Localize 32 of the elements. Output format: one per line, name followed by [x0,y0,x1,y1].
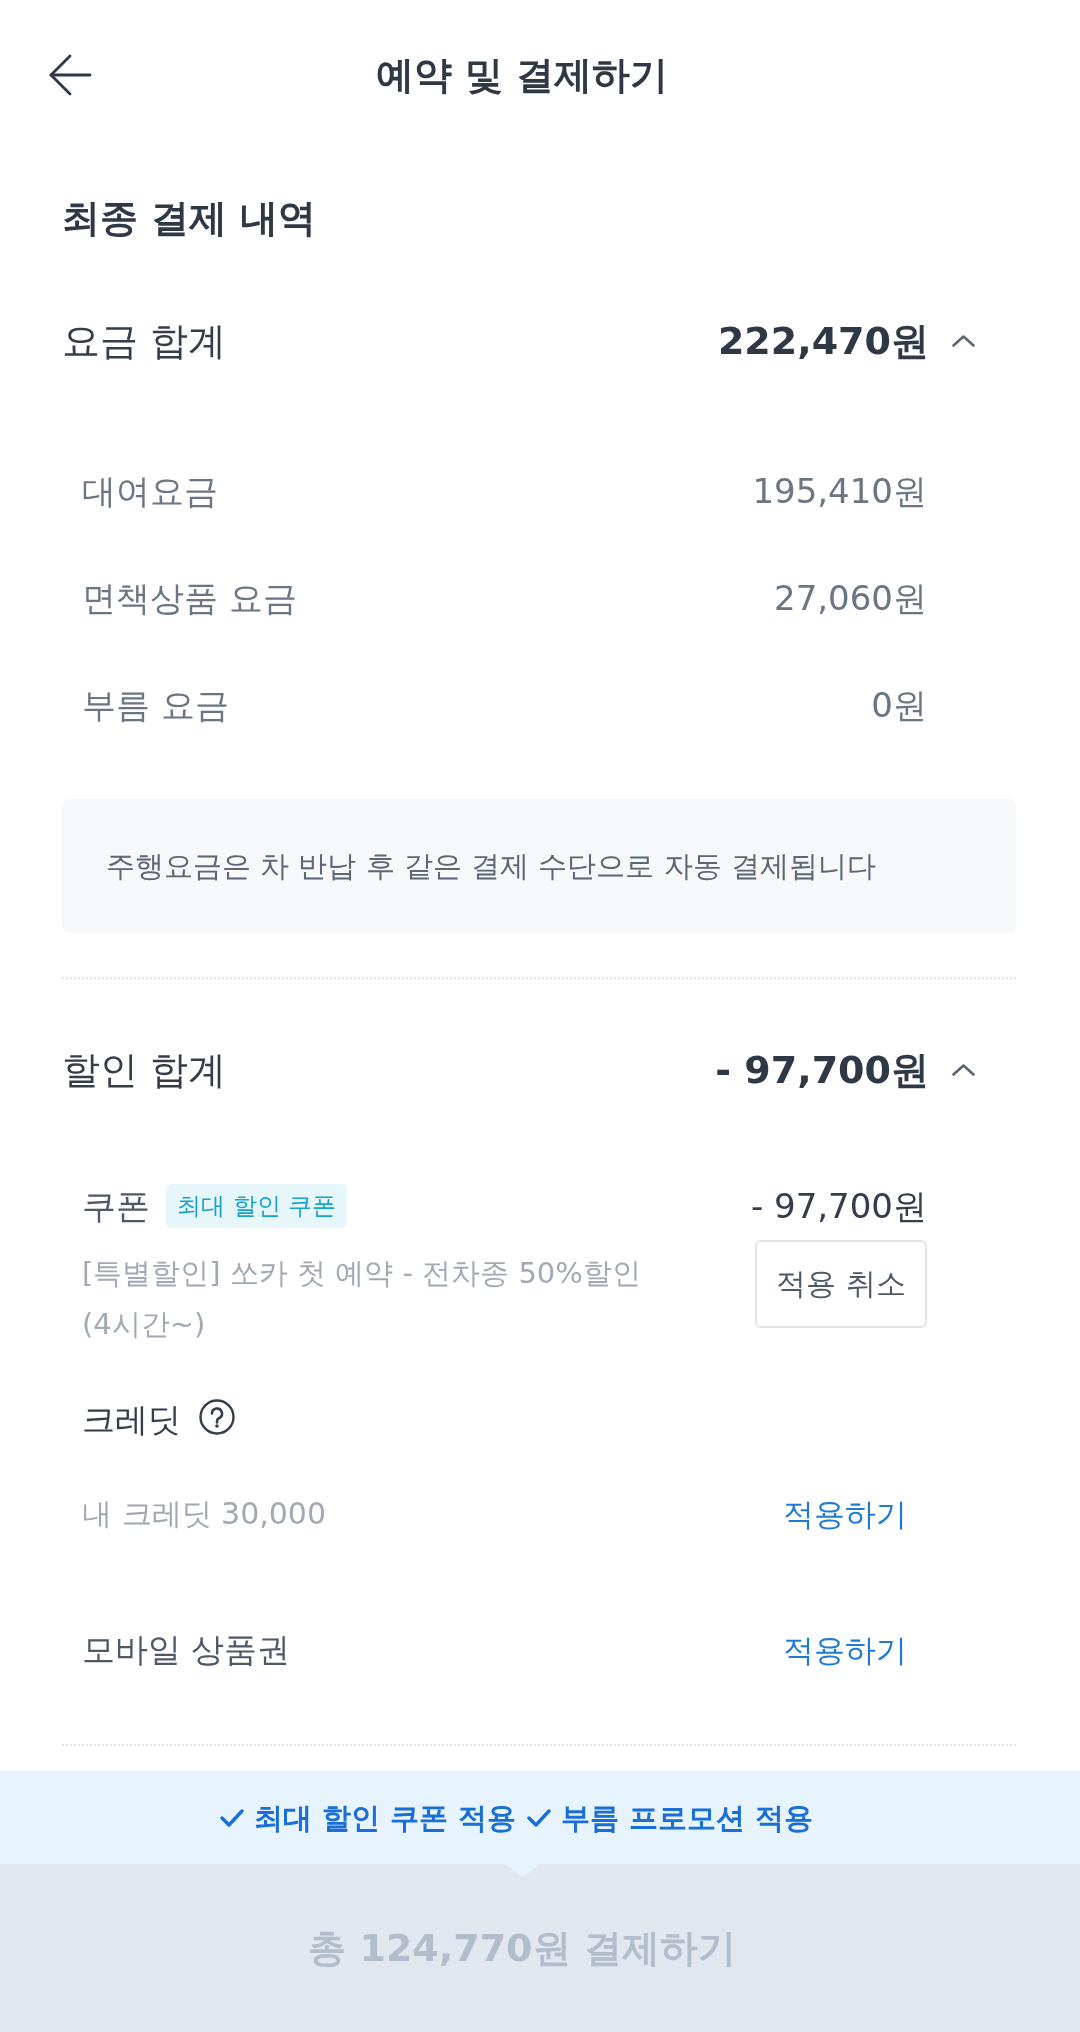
promo-text: 최대 할인 쿠폰 적용 [253,1799,517,1837]
fee-item-label: 대여요금 [82,469,218,513]
back-icon [48,53,92,97]
fee-item-label: 면책상품 요금 [82,576,297,620]
cancel-coupon-button[interactable]: 적용 취소 [755,1240,927,1328]
apply-gift-card-link[interactable]: 적용하기 [783,1628,907,1672]
credit-balance: 내 크레딧 30,000 [82,1495,327,1533]
fee-item-label: 부름 요금 [82,683,229,727]
fee-item-amount: 27,060원 [774,576,927,620]
chevron-icon[interactable] [952,1064,975,1076]
discount-total-label: 할인 합계 [62,1048,228,1092]
gift-card-label: 모바일 상품권 [82,1629,291,1671]
promo-text: 부름 프로모션 적용 [561,1799,814,1837]
section-title: 최종 결제 내역 [62,196,318,240]
page-title: 예약 및 결제하기 [375,53,669,97]
discount-total-amount: - 97,700원 [715,1048,929,1092]
coupon-label: 쿠폰 [82,1185,150,1228]
check-icon [219,1807,244,1828]
fee-item-amount: 195,410원 [752,469,927,513]
back-button[interactable] [48,53,92,97]
fee-total-label: 요금 합계 [62,319,228,363]
coupon-description: [특별할인] 쏘카 첫 예약 - 전차종 50%할인 (4시간~) [82,1255,642,1343]
coupon-amount: - 97,700원 [750,1185,927,1228]
notice-text: 주행요금은 차 반납 후 같은 결제 수단으로 자동 결제됩니다 [106,848,876,885]
fee-item-amount: 0원 [871,683,927,727]
fee-total-amount: 222,470원 [717,319,929,363]
apply-credit-link[interactable]: 적용하기 [783,1492,907,1536]
credit-label: 크레딧 [82,1399,181,1441]
coupon-tag: 최대 할인 쿠폰 [166,1184,348,1228]
check-icon [527,1807,552,1828]
help-icon[interactable] [199,1399,235,1435]
chevron-icon[interactable] [952,335,975,347]
